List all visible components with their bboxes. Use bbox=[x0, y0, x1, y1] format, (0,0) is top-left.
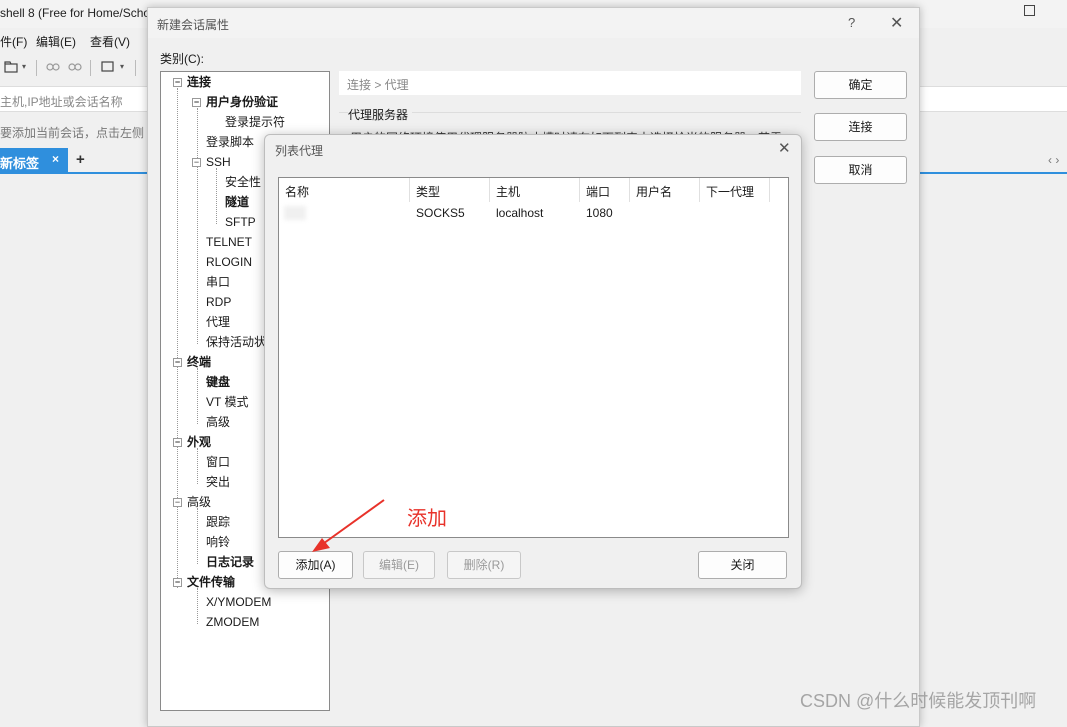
ok-button[interactable]: 确定 bbox=[814, 71, 907, 99]
tab-scroll-arrows[interactable]: ‹ › bbox=[1048, 153, 1059, 167]
tree-item-vt-mode[interactable]: VT 模式 bbox=[206, 394, 248, 412]
tree-item-sftp[interactable]: SFTP bbox=[225, 214, 256, 232]
tree-item-security[interactable]: 安全性 bbox=[225, 174, 261, 192]
proxy-group-title: 代理服务器 bbox=[348, 106, 413, 123]
proxy-list-dialog: 列表代理 ✕ 名称 类型 主机 端口 用户名 下一代理 SOCKS5 local… bbox=[264, 134, 802, 589]
tree-item-bell[interactable]: 响铃 bbox=[206, 534, 230, 552]
category-label: 类别(C): bbox=[160, 52, 204, 66]
dialog-title: 列表代理 bbox=[275, 144, 324, 158]
tree-item-keyboard[interactable]: 键盘 bbox=[206, 374, 230, 392]
column-header-next-proxy[interactable]: 下一代理 bbox=[700, 178, 770, 202]
column-header-type[interactable]: 类型 bbox=[410, 178, 490, 202]
unlink-icon[interactable] bbox=[68, 61, 82, 73]
cell-host: localhost bbox=[496, 206, 544, 220]
breadcrumb: 连接 > 代理 bbox=[339, 71, 801, 95]
tree-item-telnet[interactable]: TELNET bbox=[206, 234, 252, 252]
dialog-title: 新建会话属性 bbox=[157, 18, 230, 32]
cell-type: SOCKS5 bbox=[416, 206, 465, 220]
session-hint: 要添加当前会话，点击左侧 bbox=[0, 126, 145, 140]
collapse-icon[interactable]: − bbox=[192, 158, 201, 167]
connect-button[interactable]: 连接 bbox=[814, 113, 907, 141]
tab-new[interactable]: 新标签 × bbox=[0, 148, 68, 174]
tree-item-rlogin[interactable]: RLOGIN bbox=[206, 254, 252, 272]
proxy-list[interactable]: 名称 类型 主机 端口 用户名 下一代理 SOCKS5 localhost 10… bbox=[278, 177, 789, 538]
menu-file[interactable]: 件(F) bbox=[0, 33, 27, 50]
chevron-down-icon[interactable]: ▾ bbox=[120, 61, 134, 73]
tree-item-window[interactable]: 窗口 bbox=[206, 454, 230, 472]
cell-port: 1080 bbox=[586, 206, 613, 220]
add-tab-button[interactable]: + bbox=[76, 151, 85, 168]
collapse-icon[interactable]: − bbox=[192, 98, 201, 107]
column-header-host[interactable]: 主机 bbox=[490, 178, 580, 202]
cancel-button[interactable]: 取消 bbox=[814, 156, 907, 184]
edit-button[interactable]: 编辑(E) bbox=[363, 551, 435, 579]
chevron-down-icon[interactable]: ▾ bbox=[22, 61, 36, 73]
tree-item-tunnel[interactable]: 隧道 bbox=[225, 194, 249, 212]
tree-item-zmodem[interactable]: ZMODEM bbox=[206, 614, 259, 632]
close-icon[interactable]: ✕ bbox=[778, 139, 791, 157]
dialog-titlebar: 新建会话属性 ? ✕ bbox=[148, 8, 919, 38]
tree-item-trace[interactable]: 跟踪 bbox=[206, 514, 230, 532]
new-window-icon[interactable] bbox=[101, 61, 115, 73]
tree-item-proxy[interactable]: 代理 bbox=[206, 314, 230, 332]
toolbar-divider bbox=[135, 60, 136, 76]
add-button[interactable]: 添加(A) bbox=[278, 551, 353, 579]
watermark: CSDN @什么时候能发顶刊啊 bbox=[800, 691, 1037, 711]
close-icon[interactable]: × bbox=[52, 152, 59, 166]
close-button[interactable]: 关闭 bbox=[698, 551, 787, 579]
tree-item-terminal-advanced[interactable]: 高级 bbox=[206, 414, 230, 432]
collapse-icon[interactable]: − bbox=[173, 438, 182, 447]
collapse-icon[interactable]: − bbox=[173, 498, 182, 507]
toolbar-divider bbox=[90, 60, 91, 76]
annotation-label: 添加 bbox=[407, 508, 447, 530]
tree-item-login-script[interactable]: 登录脚本 bbox=[206, 134, 254, 152]
redacted-name bbox=[284, 206, 306, 220]
close-icon[interactable]: ✕ bbox=[890, 13, 903, 33]
column-header-port[interactable]: 端口 bbox=[580, 178, 630, 202]
collapse-icon[interactable]: − bbox=[173, 578, 182, 587]
maximize-icon[interactable] bbox=[1024, 5, 1035, 16]
app-title: shell 8 (Free for Home/Scho bbox=[0, 6, 151, 20]
tab-label: 新标签 bbox=[0, 156, 40, 171]
tree-item-rdp[interactable]: RDP bbox=[206, 294, 231, 312]
tree-item-keepalive[interactable]: 保持活动状 bbox=[206, 334, 266, 352]
tree-item-highlight[interactable]: 突出 bbox=[206, 474, 230, 492]
tree-item-xymodem[interactable]: X/YMODEM bbox=[206, 594, 271, 612]
link-icon[interactable] bbox=[46, 61, 60, 73]
column-header-username[interactable]: 用户名 bbox=[630, 178, 700, 202]
delete-button[interactable]: 删除(R) bbox=[447, 551, 521, 579]
tree-item-serial[interactable]: 串口 bbox=[206, 274, 230, 292]
menu-edit[interactable]: 编辑(E) bbox=[36, 33, 76, 50]
open-folder-icon[interactable] bbox=[4, 61, 18, 73]
collapse-icon[interactable]: − bbox=[173, 358, 182, 367]
collapse-icon[interactable]: − bbox=[173, 78, 182, 87]
tree-item-login-prompt[interactable]: 登录提示符 bbox=[225, 114, 285, 132]
column-header-name[interactable]: 名称 bbox=[279, 178, 410, 202]
tree-item-logging[interactable]: 日志记录 bbox=[206, 554, 254, 572]
menu-view[interactable]: 查看(V) bbox=[90, 33, 130, 50]
address-placeholder: 主机,IP地址或会话名称 bbox=[0, 95, 123, 109]
help-icon[interactable]: ? bbox=[848, 15, 855, 30]
toolbar-divider bbox=[36, 60, 37, 76]
